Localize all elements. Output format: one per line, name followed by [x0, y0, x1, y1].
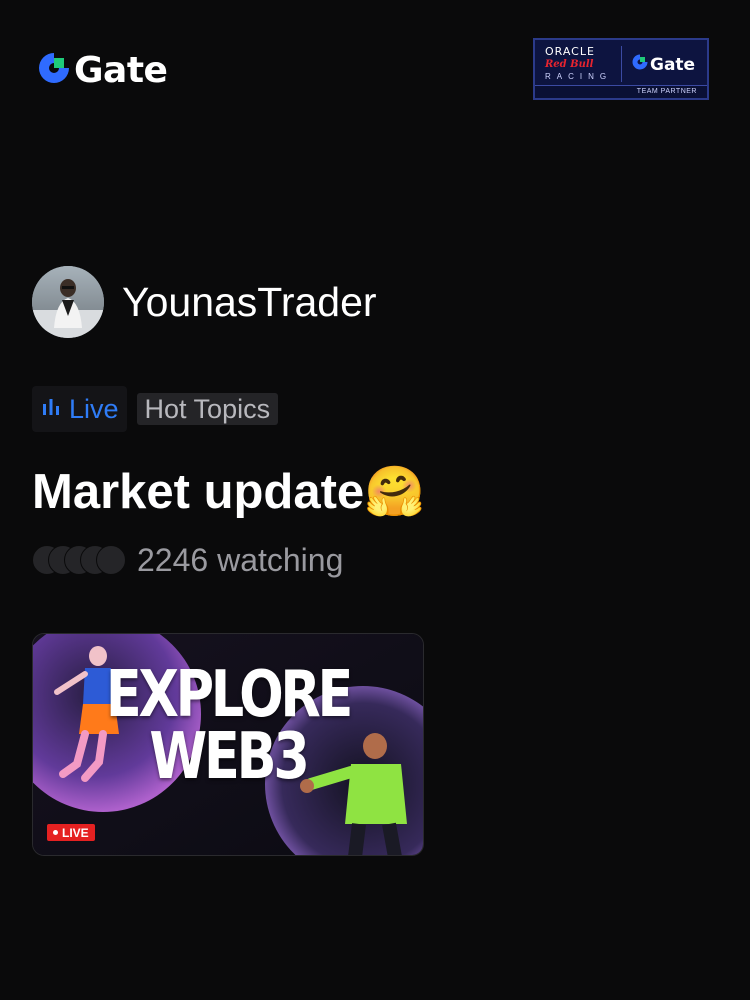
- avatar[interactable]: [32, 266, 104, 338]
- watching-text: 2246 watching: [137, 542, 344, 578]
- gate-logo-text: Gate: [74, 49, 168, 91]
- streamer-profile[interactable]: YounasTrader: [32, 266, 377, 338]
- thumbnail-live-badge: LIVE: [47, 824, 95, 841]
- streamer-username[interactable]: YounasTrader: [122, 281, 377, 323]
- partner-redbull-text: Red Bull: [545, 59, 594, 70]
- viewer-avatars: [32, 543, 128, 577]
- bar-chart-icon: [42, 398, 60, 421]
- live-tag[interactable]: Live: [32, 386, 127, 432]
- thumbnail-title: EXPLORE WEB3: [105, 658, 354, 794]
- hot-topics-tag[interactable]: Hot Topics: [136, 393, 279, 425]
- live-tag-label: Live: [69, 393, 119, 424]
- partner-racing-text: RACING: [545, 72, 613, 81]
- live-dot-icon: [53, 830, 58, 835]
- partner-divider: [621, 46, 622, 82]
- stream-tags: Live Hot Topics: [32, 386, 279, 432]
- stream-title: Market update🤗: [32, 465, 426, 519]
- partner-gate-icon: [631, 53, 649, 76]
- gate-logo-icon: [36, 50, 72, 91]
- watching-count: 2246 watching: [32, 543, 343, 577]
- team-partner-badge: ORACLE Red Bull RACING Gate TEAM PARTNER: [533, 38, 709, 100]
- thumbnail-live-label: LIVE: [62, 825, 89, 840]
- gate-logo[interactable]: Gate: [36, 49, 168, 91]
- partner-footer-text: TEAM PARTNER: [535, 85, 707, 98]
- partner-oracle-text: ORACLE: [545, 45, 595, 58]
- stream-thumbnail[interactable]: EXPLORE WEB3 LIVE: [32, 633, 424, 856]
- partner-gate-text: Gate: [650, 54, 696, 75]
- partner-gate-logo: Gate: [631, 53, 695, 76]
